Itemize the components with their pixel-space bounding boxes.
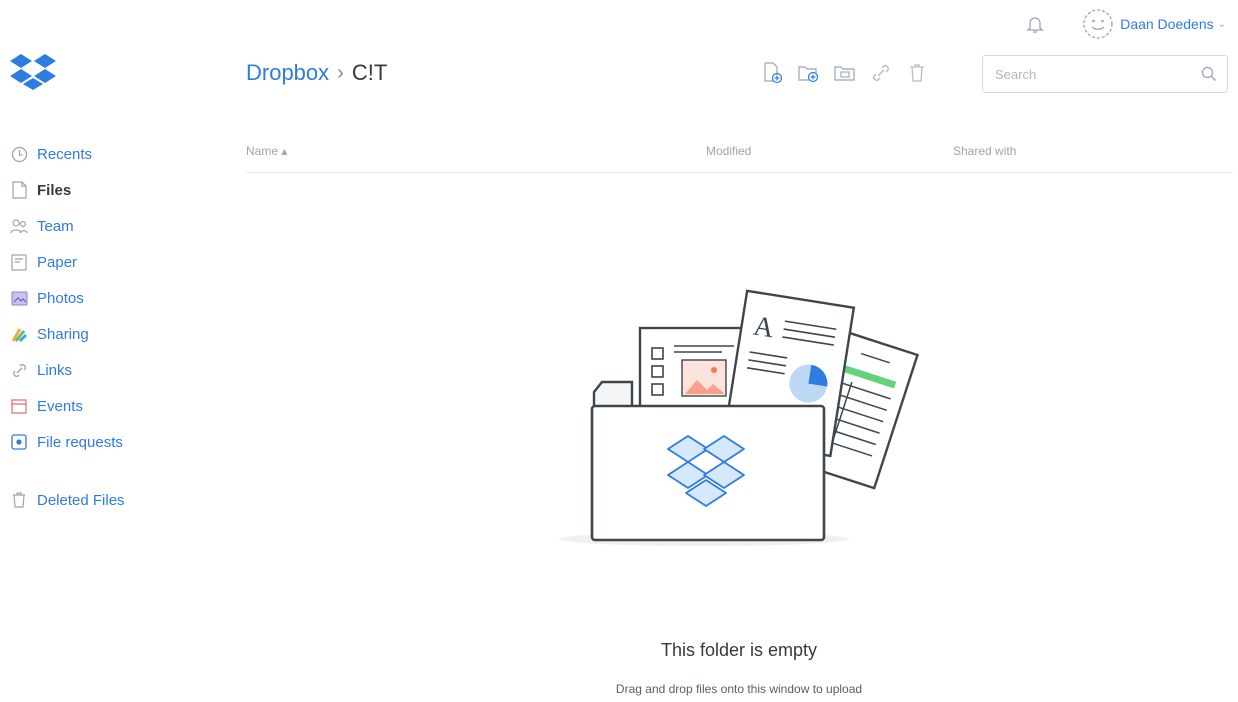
column-modified-header[interactable]: Modified xyxy=(706,144,751,158)
sidebar-item-label: Recents xyxy=(37,145,93,163)
dropbox-logo[interactable] xyxy=(8,52,58,94)
empty-state-subtitle: Drag and drop files onto this window to … xyxy=(615,682,863,696)
sidebar-item-file-requests[interactable]: File requests xyxy=(10,424,190,460)
column-name-header[interactable]: Name ▴ xyxy=(246,144,287,158)
sidebar-item-recents[interactable]: Recents xyxy=(10,136,190,172)
new-folder-icon[interactable] xyxy=(798,62,820,84)
sidebar-item-sharing[interactable]: Sharing xyxy=(10,316,190,352)
team-icon xyxy=(10,217,28,235)
photo-icon xyxy=(10,289,28,307)
sharing-icon xyxy=(10,325,28,343)
search-icon[interactable] xyxy=(1201,66,1217,82)
column-shared-with-header[interactable]: Shared with xyxy=(953,144,1016,158)
account-menu[interactable]: Daan Doedens ⌄ xyxy=(1082,8,1226,40)
search-input[interactable] xyxy=(993,65,1201,83)
file-toolbar xyxy=(762,62,942,84)
bell-icon[interactable] xyxy=(1024,13,1046,35)
sidebar-item-label: Events xyxy=(37,397,83,415)
empty-folder-illustration: A xyxy=(554,288,920,550)
sidebar-item-photos[interactable]: Photos xyxy=(10,280,190,316)
breadcrumb-root[interactable]: Dropbox xyxy=(246,60,329,86)
avatar xyxy=(1082,8,1114,40)
clock-icon xyxy=(10,145,28,163)
sidebar-item-label: Links xyxy=(37,361,73,379)
sidebar: Recents Files Team Paper Photos Sharing xyxy=(10,136,190,518)
sidebar-item-label: Team xyxy=(37,217,74,235)
link-icon[interactable] xyxy=(870,62,892,84)
chevron-down-icon: ⌄ xyxy=(1217,18,1226,30)
search-box xyxy=(982,55,1228,93)
upload-file-icon[interactable] xyxy=(762,62,784,84)
trash-icon xyxy=(10,491,28,509)
sidebar-item-paper[interactable]: Paper xyxy=(10,244,190,280)
dropbox-logo-icon xyxy=(10,54,56,90)
sidebar-item-label: Deleted Files xyxy=(37,491,125,509)
sidebar-item-events[interactable]: Events xyxy=(10,388,190,424)
sidebar-item-files[interactable]: Files xyxy=(10,172,190,208)
link-icon xyxy=(10,361,28,379)
sidebar-item-label: Photos xyxy=(37,289,84,307)
trash-icon[interactable] xyxy=(906,62,928,84)
file-icon xyxy=(10,181,28,199)
sidebar-item-label: Sharing xyxy=(37,325,89,343)
sidebar-item-team[interactable]: Team xyxy=(10,208,190,244)
sidebar-item-links[interactable]: Links xyxy=(10,352,190,388)
empty-state-title: This folder is empty xyxy=(660,640,818,660)
calendar-icon xyxy=(10,397,28,415)
breadcrumb-current: C!T xyxy=(351,60,388,85)
account-name: Daan Doedens xyxy=(1120,16,1214,32)
top-right-bar: Daan Doedens ⌄ xyxy=(1024,8,1226,40)
shared-folder-icon[interactable] xyxy=(834,62,856,84)
sidebar-item-deleted-files[interactable]: Deleted Files xyxy=(10,482,190,518)
breadcrumb-separator: › xyxy=(337,61,344,84)
sidebar-item-label: Paper xyxy=(37,253,78,271)
paper-icon xyxy=(10,253,28,271)
file-request-icon xyxy=(10,433,28,451)
sidebar-item-label: Files xyxy=(37,181,72,199)
breadcrumb: Dropbox › C!T xyxy=(246,60,387,86)
sidebar-item-label: File requests xyxy=(37,433,123,451)
file-table-header: Name ▴ Modified Shared with xyxy=(246,140,1233,173)
